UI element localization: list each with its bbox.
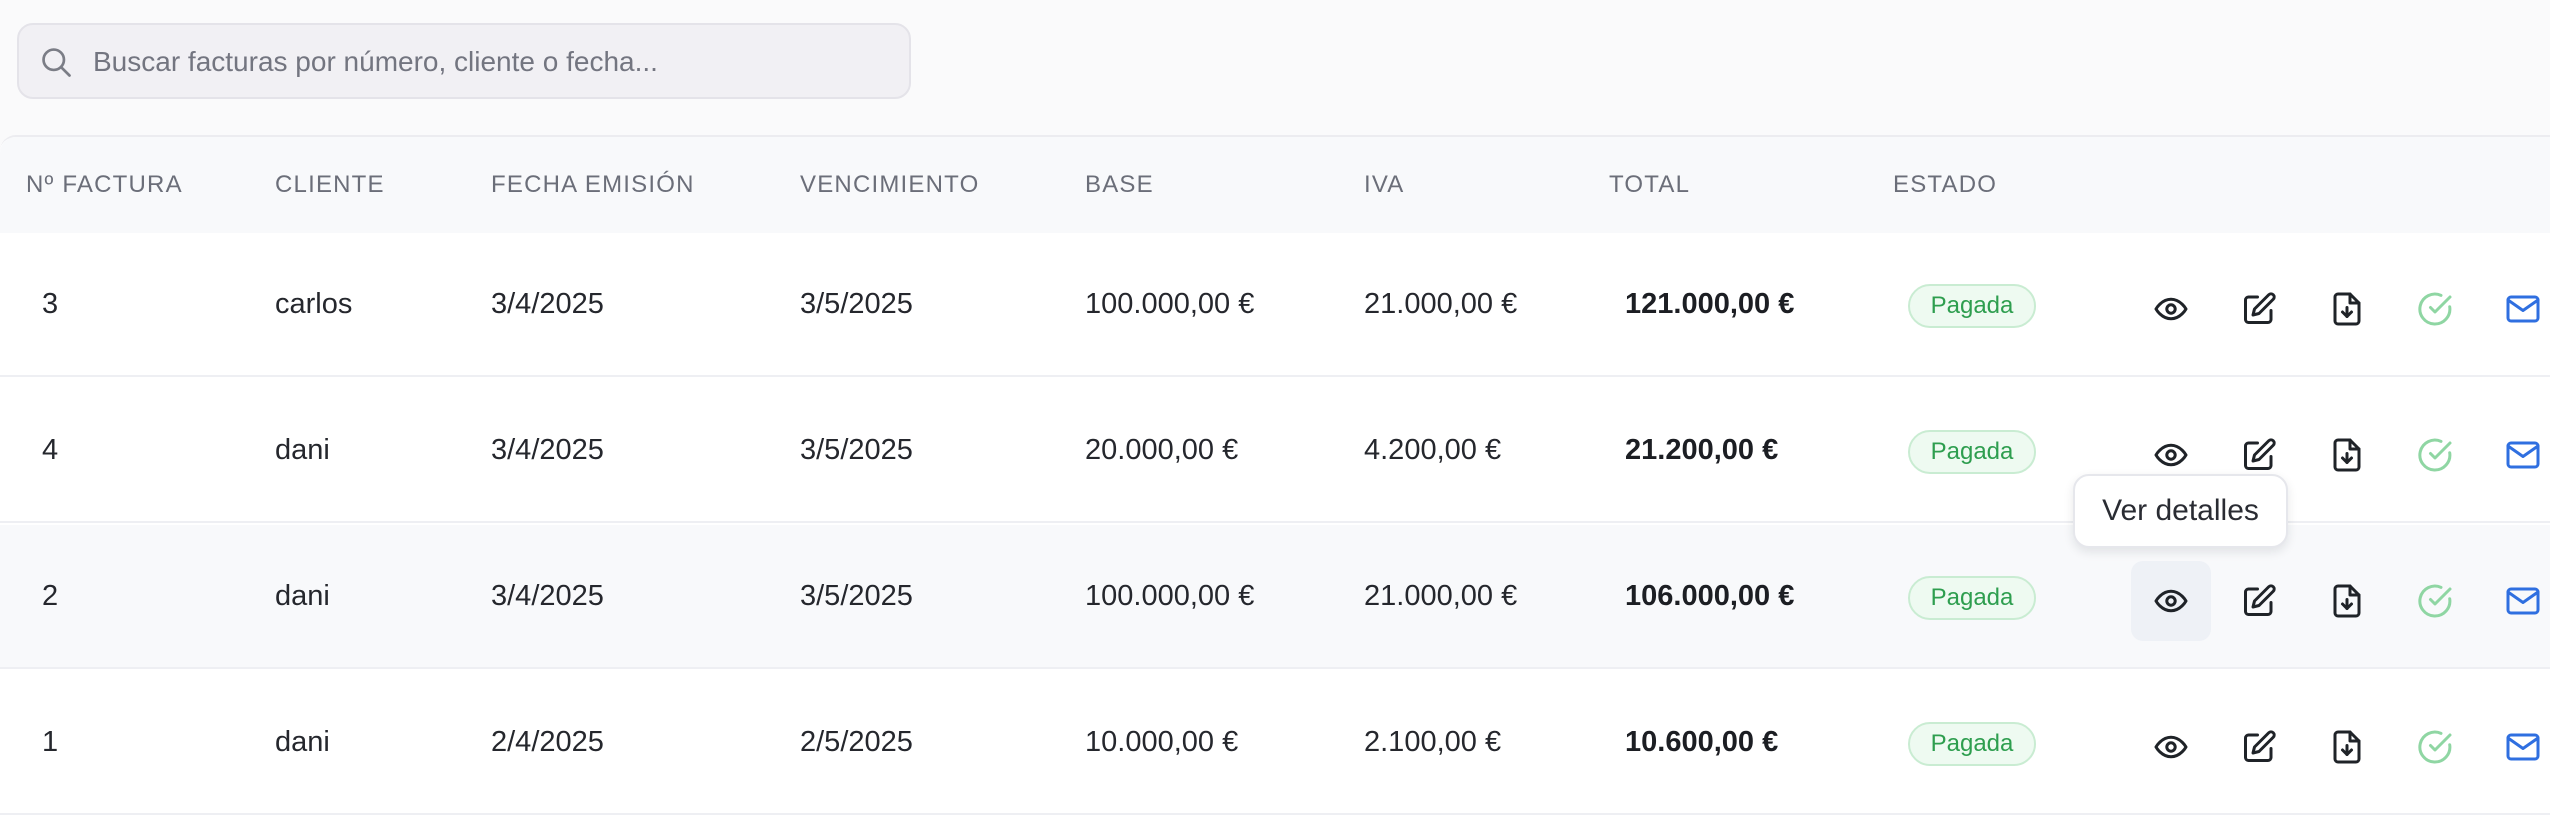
eye-icon xyxy=(2153,583,2189,619)
download-pdf-button[interactable] xyxy=(2307,269,2387,349)
send-email-button[interactable] xyxy=(2483,561,2550,641)
cell-total: 106.000,00 € xyxy=(1625,580,1795,612)
column-header-vencimiento: VENCIMIENTO xyxy=(800,171,980,198)
column-header-base: BASE xyxy=(1085,171,1154,198)
eye-icon xyxy=(2153,437,2189,473)
view-details-button[interactable] xyxy=(2131,707,2211,787)
column-header-iva: IVA xyxy=(1364,171,1405,198)
check-circle-icon xyxy=(2417,583,2453,619)
status-badge: Pagada xyxy=(1908,722,2036,766)
mark-paid-button[interactable] xyxy=(2395,415,2475,495)
check-circle-icon xyxy=(2417,291,2453,327)
check-circle-icon xyxy=(2417,729,2453,765)
download-pdf-button[interactable] xyxy=(2307,707,2387,787)
cell-base: 20.000,00 € xyxy=(1085,434,1239,466)
column-header-cliente: CLIENTE xyxy=(275,171,385,198)
mail-icon xyxy=(2505,291,2541,327)
search-bar[interactable] xyxy=(17,23,911,99)
cell-total: 121.000,00 € xyxy=(1625,288,1795,320)
mail-icon xyxy=(2505,729,2541,765)
column-header-numero: Nº FACTURA xyxy=(26,171,183,198)
cell-iva: 4.200,00 € xyxy=(1364,434,1502,466)
status-badge: Pagada xyxy=(1908,430,2036,474)
cell-base: 10.000,00 € xyxy=(1085,726,1239,758)
status-badge: Pagada xyxy=(1908,576,2036,620)
mark-paid-button[interactable] xyxy=(2395,561,2475,641)
mark-paid-button[interactable] xyxy=(2395,269,2475,349)
cell-fecha-emision: 3/4/2025 xyxy=(491,434,604,466)
cell-iva: 2.100,00 € xyxy=(1364,726,1502,758)
cell-total: 10.600,00 € xyxy=(1625,726,1779,758)
cell-iva: 21.000,00 € xyxy=(1364,580,1518,612)
edit-button[interactable] xyxy=(2219,561,2299,641)
table-row[interactable]: 1 dani 2/4/2025 2/5/2025 10.000,00 € 2.100,00… xyxy=(0,671,2550,815)
cell-vencimiento: 3/5/2025 xyxy=(800,580,913,612)
cell-total: 21.200,00 € xyxy=(1625,434,1779,466)
send-email-button[interactable] xyxy=(2483,707,2550,787)
send-email-button[interactable] xyxy=(2483,269,2550,349)
cell-cliente: dani xyxy=(275,434,330,466)
cell-cliente: dani xyxy=(275,580,330,612)
cell-fecha-emision: 2/4/2025 xyxy=(491,726,604,758)
file-download-icon xyxy=(2329,729,2365,765)
eye-icon xyxy=(2153,291,2189,327)
edit-icon xyxy=(2241,437,2277,473)
cell-fecha-emision: 3/4/2025 xyxy=(491,288,604,320)
eye-icon xyxy=(2153,729,2189,765)
download-pdf-button[interactable] xyxy=(2307,415,2387,495)
file-download-icon xyxy=(2329,437,2365,473)
edit-icon xyxy=(2241,729,2277,765)
cell-vencimiento: 2/5/2025 xyxy=(800,726,913,758)
send-email-button[interactable] xyxy=(2483,415,2550,495)
edit-button[interactable] xyxy=(2219,707,2299,787)
cell-fecha-emision: 3/4/2025 xyxy=(491,580,604,612)
cell-cliente: carlos xyxy=(275,288,353,320)
status-badge: Pagada xyxy=(1908,284,2036,328)
search-icon xyxy=(42,48,71,77)
mark-paid-button[interactable] xyxy=(2395,707,2475,787)
column-header-estado: ESTADO xyxy=(1893,171,1998,198)
cell-base: 100.000,00 € xyxy=(1085,288,1255,320)
cell-numero: 3 xyxy=(42,288,59,320)
column-header-fecha-emision: FECHA EMISIÓN xyxy=(491,171,695,198)
cell-vencimiento: 3/5/2025 xyxy=(800,434,913,466)
file-download-icon xyxy=(2329,583,2365,619)
view-details-button[interactable] xyxy=(2131,269,2211,349)
cell-numero: 4 xyxy=(42,434,59,466)
edit-button[interactable] xyxy=(2219,269,2299,349)
table-header: Nº FACTURA CLIENTE FECHA EMISIÓN VENCIMI… xyxy=(0,137,2550,235)
cell-vencimiento: 3/5/2025 xyxy=(800,288,913,320)
mail-icon xyxy=(2505,583,2541,619)
cell-base: 100.000,00 € xyxy=(1085,580,1255,612)
cell-numero: 2 xyxy=(42,580,59,612)
tooltip-ver-detalles: Ver detalles xyxy=(2073,474,2288,548)
cell-numero: 1 xyxy=(42,726,59,758)
download-pdf-button[interactable] xyxy=(2307,561,2387,641)
cell-iva: 21.000,00 € xyxy=(1364,288,1518,320)
check-circle-icon xyxy=(2417,437,2453,473)
file-download-icon xyxy=(2329,291,2365,327)
view-details-button[interactable] xyxy=(2131,561,2211,641)
mail-icon xyxy=(2505,437,2541,473)
column-header-total: TOTAL xyxy=(1609,171,1691,198)
edit-icon xyxy=(2241,583,2277,619)
search-input[interactable] xyxy=(91,25,895,99)
edit-icon xyxy=(2241,291,2277,327)
cell-cliente: dani xyxy=(275,726,330,758)
table-row[interactable]: 3 carlos 3/4/2025 3/5/2025 100.000,00 € 21.00… xyxy=(0,233,2550,377)
